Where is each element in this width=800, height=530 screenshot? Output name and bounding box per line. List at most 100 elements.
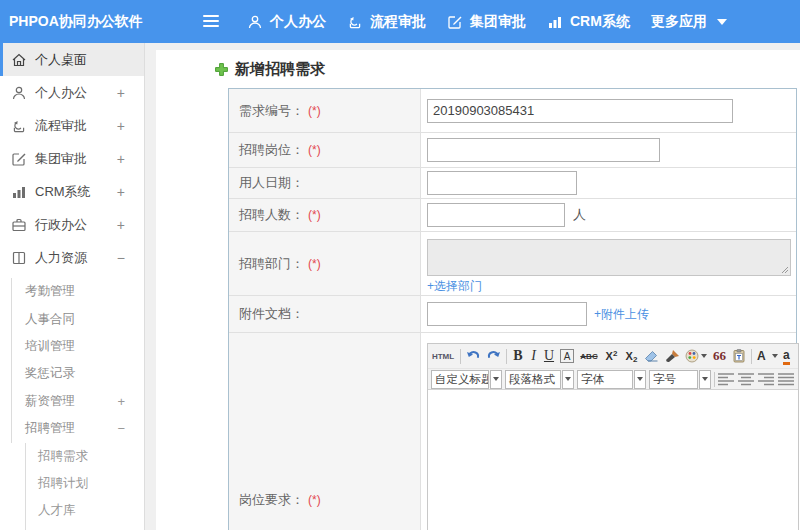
form-row-position: 招聘岗位：(*) [229, 133, 796, 168]
add-icon [214, 62, 229, 77]
subscript-button[interactable]: X2 [624, 350, 639, 362]
flow-icon [347, 14, 363, 30]
briefcase-icon [11, 217, 27, 233]
page-title: 新增招聘需求 [235, 60, 325, 79]
redo-icon[interactable] [486, 349, 501, 363]
home-icon [11, 52, 27, 68]
sidebar-item-attendance[interactable]: 考勤管理 [0, 278, 144, 305]
tree-guide-line [11, 278, 12, 443]
nav-crm[interactable]: CRM系统 [547, 13, 630, 31]
eraser-icon[interactable] [644, 349, 659, 363]
dept-textarea[interactable] [427, 239, 791, 276]
form-row-attachment: 附件文档： +附件上传 [229, 296, 796, 333]
top-bar: PHPOA协同办公软件 个人办公 流程审批 集团审批 CRM系统 更多应用 [0, 0, 800, 43]
sidebar-item-hr[interactable]: 人力资源 − [0, 241, 144, 274]
expand-icon[interactable]: + [117, 217, 125, 233]
format-brush-icon[interactable] [664, 349, 680, 363]
upload-attachment-link[interactable]: +附件上传 [594, 306, 649, 323]
expand-icon[interactable]: + [117, 118, 125, 134]
form-row-count: 招聘人数：(*) 人 [229, 199, 796, 232]
expand-icon[interactable]: + [117, 151, 125, 167]
chart-icon [11, 184, 27, 200]
form-panel: 新增招聘需求 需求编号：(*) 招聘岗位：(*) 用人日期： 招聘人数：(*) … [156, 50, 800, 530]
expand-icon[interactable]: + [117, 394, 125, 409]
rich-text-editor: HTML B I U A ABC X2 X2 [427, 343, 799, 530]
edit-icon [11, 151, 27, 167]
sidebar-item-admin-office[interactable]: 行政办公 + [0, 208, 144, 241]
caret-down-icon [717, 19, 727, 25]
user-icon [247, 14, 263, 30]
sidebar-item-rewards[interactable]: 奖惩记录 [0, 360, 144, 387]
blockquote-button[interactable]: 66 [712, 348, 727, 364]
sidebar-item-recruit-demand[interactable]: 招聘需求 [0, 442, 144, 469]
sidebar-item-group-approval[interactable]: 集团审批 + [0, 142, 144, 175]
italic-button[interactable]: I [529, 348, 538, 364]
sidebar-item-hr-contract[interactable]: 人事合同 [0, 305, 144, 332]
caret-down-icon [490, 370, 502, 389]
chart-icon [547, 14, 563, 30]
tree-guide-line [25, 443, 26, 530]
app-logo: PHPOA协同办公软件 [9, 13, 143, 31]
editor-toolbar-row1: HTML B I U A ABC X2 X2 [428, 344, 798, 368]
date-input[interactable] [427, 171, 577, 195]
collapse-icon[interactable]: − [117, 421, 125, 436]
sidebar-item-desktop[interactable]: 个人桌面 [0, 43, 144, 76]
top-nav: 个人办公 流程审批 集团审批 CRM系统 更多应用 [247, 0, 727, 43]
caret-down-icon [772, 354, 778, 358]
form-row-dept: 招聘部门：(*) +选择部门 [229, 232, 796, 296]
superscript-button[interactable]: X2 [604, 350, 619, 362]
sidebar: 个人桌面 个人办公 + 流程审批 + 集团审批 + CRM系统 + 行政办公 +… [0, 43, 145, 530]
sidebar-item-workflow[interactable]: 流程审批 + [0, 109, 144, 142]
underline-button[interactable]: U [543, 348, 555, 364]
sidebar-item-recruit-plan[interactable]: 招聘计划 [0, 470, 144, 497]
align-justify-icon[interactable] [778, 372, 795, 386]
custom-title-select[interactable]: 自定义标题 [431, 370, 502, 389]
user-icon [11, 85, 27, 101]
nav-more-apps[interactable]: 更多应用 [651, 13, 727, 31]
attachment-input[interactable] [427, 302, 587, 326]
color-palette-button[interactable] [685, 349, 707, 363]
html-source-button[interactable]: HTML [431, 352, 455, 361]
font-family-select[interactable]: 字体 [577, 370, 646, 389]
paste-icon[interactable] [732, 349, 746, 363]
sidebar-item-salary[interactable]: 薪资管理+ [0, 388, 144, 415]
editor-toolbar-row2: 自定义标题 段落格式 字体 [428, 368, 798, 390]
form-row-date: 用人日期： [229, 168, 796, 199]
font-color-button[interactable]: A [757, 349, 778, 363]
font-style-button[interactable]: A [560, 349, 574, 363]
font-size-select[interactable]: 字号 [649, 370, 711, 389]
menu-toggle-icon[interactable] [203, 15, 219, 28]
sidebar-item-personal-office[interactable]: 个人办公 + [0, 76, 144, 109]
req-no-input[interactable] [427, 99, 733, 123]
edit-icon [447, 14, 463, 30]
sidebar-item-training[interactable]: 培训管理 [0, 333, 144, 360]
position-input[interactable] [427, 138, 660, 162]
select-dept-link[interactable]: +选择部门 [427, 278, 482, 295]
bold-button[interactable]: B [512, 348, 524, 364]
align-center-icon[interactable] [738, 372, 755, 386]
strikethrough-button[interactable]: ABC [579, 352, 599, 361]
caret-down-icon [699, 370, 711, 389]
sidebar-item-talent-pool[interactable]: 人才库 [0, 497, 144, 524]
nav-personal-office[interactable]: 个人办公 [247, 13, 326, 31]
align-left-icon[interactable] [718, 372, 735, 386]
undo-icon[interactable] [466, 349, 481, 363]
align-right-icon[interactable] [758, 372, 775, 386]
expand-icon[interactable]: + [117, 184, 125, 200]
count-input[interactable] [427, 203, 565, 227]
editor-content-area[interactable] [428, 390, 798, 530]
highlight-color-button[interactable]: a [783, 348, 790, 365]
sidebar-item-recruit-mgmt[interactable]: 招聘管理− [0, 415, 144, 442]
main-content: 新增招聘需求 需求编号：(*) 招聘岗位：(*) 用人日期： 招聘人数：(*) … [146, 43, 800, 530]
sidebar-item-crm[interactable]: CRM系统 + [0, 175, 144, 208]
caret-down-icon [634, 370, 646, 389]
nav-group-approval[interactable]: 集团审批 [447, 13, 526, 31]
nav-workflow-approval[interactable]: 流程审批 [347, 13, 426, 31]
expand-icon[interactable]: + [117, 85, 125, 101]
palette-icon [685, 349, 699, 363]
paragraph-format-select[interactable]: 段落格式 [505, 370, 574, 389]
book-icon [11, 250, 27, 266]
collapse-icon[interactable]: − [117, 250, 125, 266]
form-row-req-no: 需求编号：(*) [229, 89, 796, 133]
flow-icon [11, 118, 27, 134]
